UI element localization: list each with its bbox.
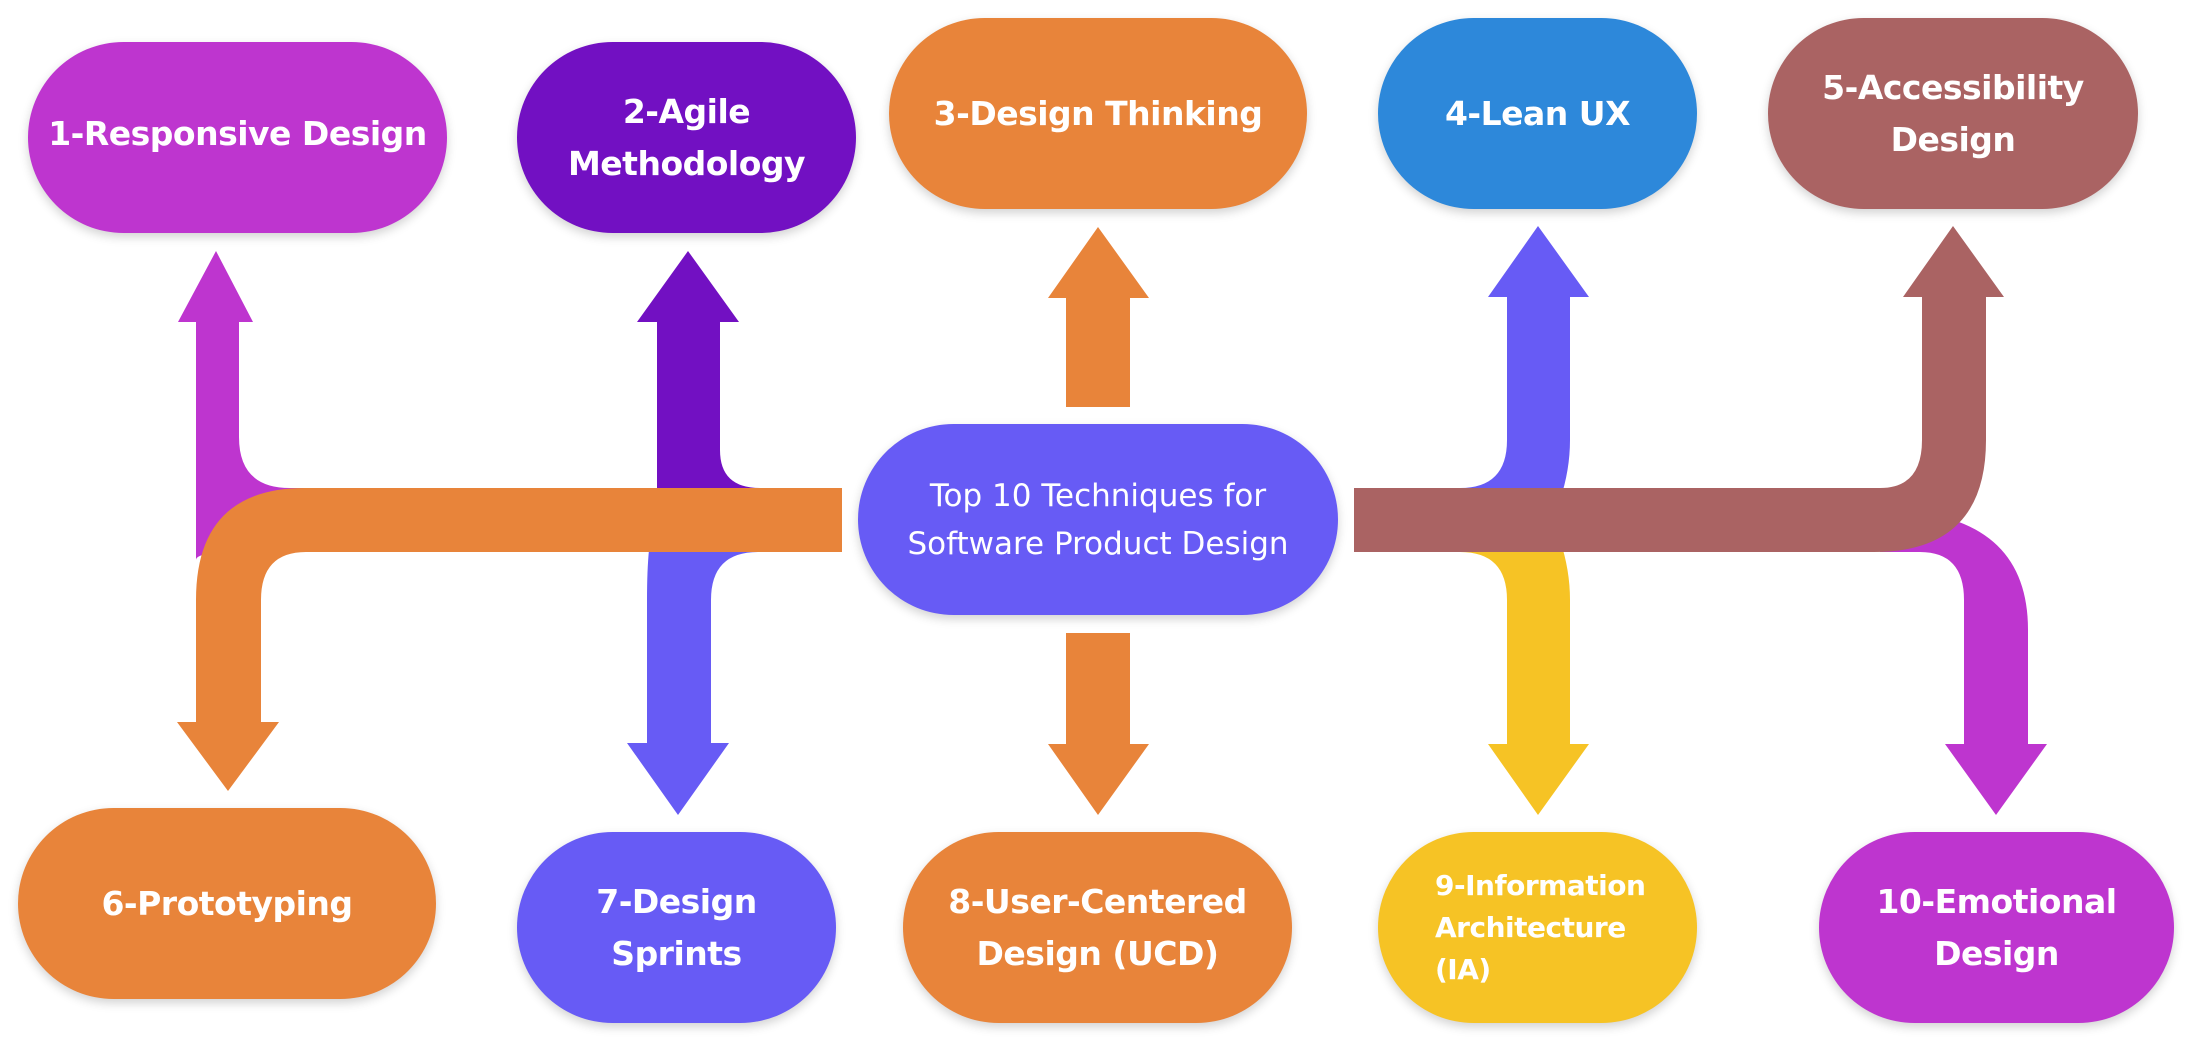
technique-node-9[interactable]: 9-Information Architecture (IA) [1378,832,1697,1023]
technique-node-5[interactable]: 5-Accessibility Design [1768,18,2138,209]
technique-label-3: 3-Design Thinking [933,93,1263,133]
technique-node-1[interactable]: 1-Responsive Design [28,42,447,233]
technique-node-8[interactable]: 8-User-Centered Design (UCD) [903,832,1292,1023]
technique-label-8: 8-User-Centered Design (UCD) [948,881,1247,973]
technique-label-10: 10-Emotional Design [1876,881,2117,973]
technique-label-4: 4-Lean UX [1444,93,1631,133]
technique-label-2: 2-Agile Methodology [567,91,806,183]
technique-node-4[interactable]: 4-Lean UX [1378,18,1697,209]
connector-arrow-7 [627,520,758,815]
technique-label-1: 1-Responsive Design [48,113,427,153]
connector-band-left [177,488,842,791]
connector-arrow-8 [1048,633,1149,815]
technique-node-10[interactable]: 10-Emotional Design [1819,832,2174,1023]
center-node[interactable]: Top 10 Techniques for Software Product D… [858,424,1338,615]
technique-label-9: 9-Information Architecture (IA) [1435,868,1646,986]
technique-label-6: 6-Prototyping [101,883,353,923]
connector-arrow-4 [1460,226,1589,500]
connector-arrow-3 [1048,227,1149,407]
connector-arrow-9 [1460,540,1589,815]
technique-node-2[interactable]: 2-Agile Methodology [517,42,856,233]
technique-label-5: 5-Accessibility Design [1822,67,2084,159]
connector-arrow-10 [1880,510,2047,815]
connector-band-right [1354,226,2004,552]
technique-node-3[interactable]: 3-Design Thinking [889,18,1307,209]
technique-node-6[interactable]: 6-Prototyping [18,808,436,999]
center-node-label: Top 10 Techniques for Software Product D… [907,477,1289,562]
technique-label-7: 7-Design Sprints [596,881,757,973]
technique-node-7[interactable]: 7-Design Sprints [517,832,836,1023]
